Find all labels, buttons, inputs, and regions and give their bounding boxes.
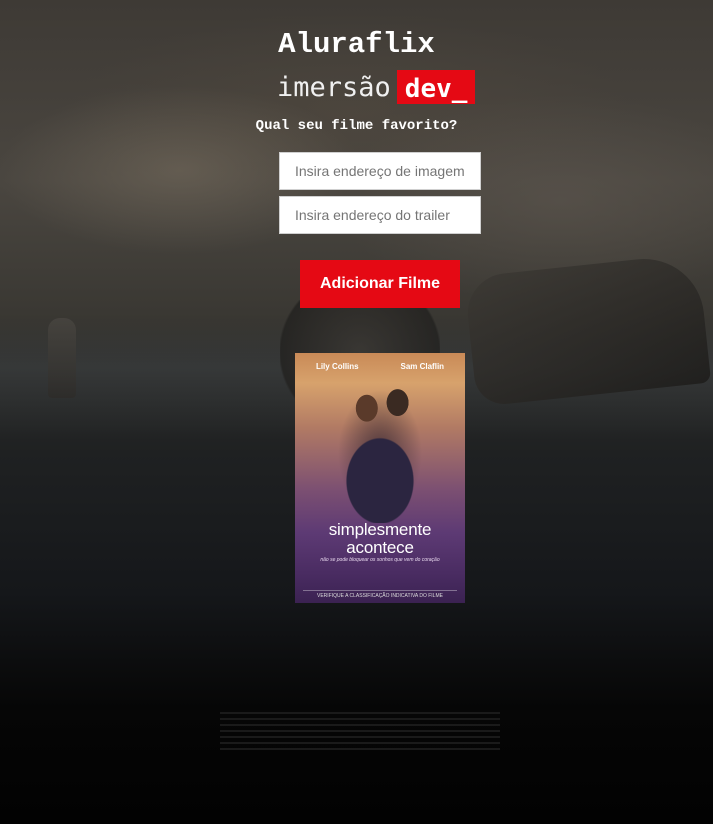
movie-poster[interactable]: Lily Collins Sam Claflin simplesmente ac… <box>295 353 465 603</box>
poster-actor: Sam Claflin <box>400 362 445 371</box>
imersao-dev-logo: imersão dev_ <box>277 67 476 107</box>
image-url-input[interactable] <box>279 152 481 190</box>
favorite-movie-question: Qual seu filme favorito? <box>255 118 458 134</box>
brand-title: Aluraflix <box>278 28 435 61</box>
poster-actors: Lily Collins Sam Claflin <box>295 362 465 371</box>
trailer-url-input[interactable] <box>279 196 481 234</box>
main-content: Aluraflix imersão dev_ Qual seu filme fa… <box>0 0 713 824</box>
poster-couple-image <box>325 383 435 523</box>
poster-rating-note: VERIFIQUE A CLASSIFICAÇÃO INDICATIVA DO … <box>303 590 457 601</box>
poster-tagline: não se pode bloquear os sonhos que vem d… <box>320 557 440 563</box>
add-movie-button[interactable]: Adicionar Filme <box>300 260 460 308</box>
poster-actor: Lily Collins <box>315 362 359 371</box>
imersao-label: imersão <box>277 71 391 103</box>
dev-badge: dev_ <box>396 70 476 104</box>
poster-title: simplesmente acontece <box>328 520 432 557</box>
